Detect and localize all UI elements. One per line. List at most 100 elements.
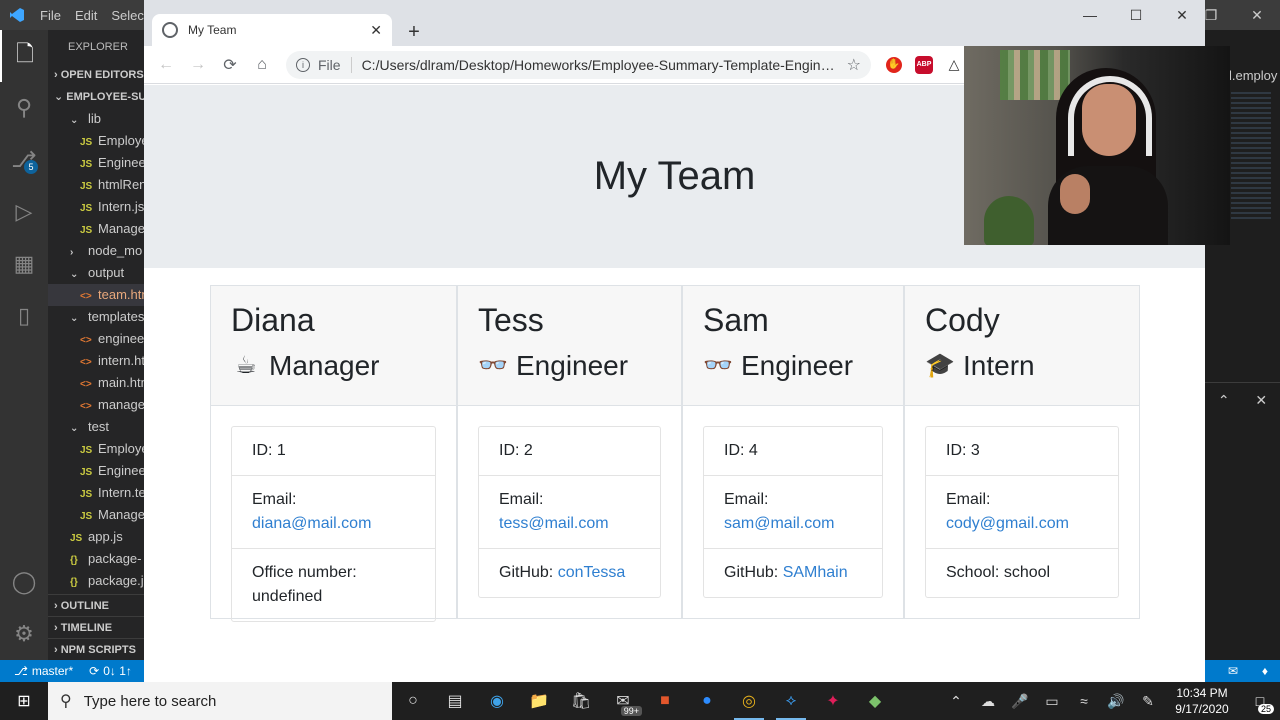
search-icon[interactable]: ⚲ [0,82,48,134]
file-tree-label: htmlRen [98,177,144,192]
remote-explorer-icon[interactable]: ▯ [0,290,48,342]
office-icon[interactable]: ■ [644,682,686,720]
sync-icon[interactable]: ⟳ [89,664,99,678]
file-tree-item[interactable]: JS htmlRen [48,174,144,196]
vscode-icon[interactable]: ⟡ [770,682,812,720]
taskbar-search[interactable]: ⚲ Type here to search [48,682,392,720]
git-kraken-icon[interactable]: ◆ [854,682,896,720]
chrome-icon[interactable]: ◎ [728,682,770,720]
edge-icon[interactable]: ◉ [476,682,518,720]
pen-icon[interactable]: ✎ [1132,693,1164,710]
source-control-icon[interactable]: ⎇ 5 [0,134,48,186]
open-editors-section[interactable]: › OPEN EDITORS [48,64,144,86]
minimize-icon[interactable]: — [1067,0,1113,30]
menu-selection[interactable]: Selec [111,8,144,23]
email-link[interactable]: diana@mail.com [252,515,371,532]
close-panel-icon[interactable]: ✕ [1255,392,1267,409]
taskbar-clock[interactable]: 10:34 PM 9/17/2020 [1164,685,1240,717]
onedrive-icon[interactable]: ☁ [972,693,1004,710]
email-link[interactable]: tess@mail.com [499,515,609,532]
windows-start-icon[interactable]: ⊞ [0,682,48,720]
file-tree-item[interactable]: JS Intern.te [48,482,144,504]
file-tree-item[interactable]: {} package.j [48,570,144,592]
adblock-extension-icon[interactable]: ✋ [879,50,909,80]
new-tab-button[interactable]: + [400,18,428,46]
wifi-icon[interactable]: ≈ [1068,693,1100,709]
extensions-icon[interactable]: ▦ [0,238,48,290]
menu-edit[interactable]: Edit [75,8,97,23]
file-tree-item[interactable]: JS Manage [48,218,144,240]
git-branch[interactable]: master* [32,664,73,678]
editor-tab[interactable]: l.employ [1229,68,1277,83]
file-tree-item[interactable]: › node_mo [48,240,144,262]
mail-icon[interactable]: ✉ 99+ [602,682,644,720]
file-tree-item[interactable]: <> main.htm [48,372,144,394]
maximize-panel-icon[interactable]: ⌃ [1218,392,1230,409]
file-tree-item[interactable]: <> intern.ht [48,350,144,372]
menu-file[interactable]: File [40,8,61,23]
task-view-icon[interactable]: ▤ [434,682,476,720]
outline-section[interactable]: › OUTLINE [48,594,144,616]
bell-icon[interactable]: ♦ [1262,664,1268,678]
abp-extension-icon[interactable]: ABP [909,50,939,80]
file-tree-item[interactable]: JS Employe [48,438,144,460]
github-link[interactable]: SAMhain [783,564,848,581]
site-info-icon[interactable]: i [296,57,310,72]
webcam-shelf [1000,50,1070,100]
project-section[interactable]: ⌄ EMPLOYEE-SU [48,86,144,108]
chevron-right-icon: › [70,247,74,258]
file-tree-item[interactable]: JS Enginee [48,152,144,174]
gear-icon[interactable]: ⚙ [0,608,48,660]
npm-scripts-section[interactable]: › NPM SCRIPTS [48,638,144,660]
file-tree-item[interactable]: JS app.js [48,526,144,548]
tab-title: My Team [188,23,237,37]
explorer-icon[interactable]: 🗋 [0,30,48,82]
file-tree-item[interactable]: <> team.htm [48,284,144,306]
battery-icon[interactable]: ▭ [1036,693,1068,710]
store-icon[interactable]: 🛍 [560,682,602,720]
vscode-close-icon[interactable]: ✕ [1234,0,1280,30]
close-window-icon[interactable]: ✕ [1159,0,1205,30]
minimap[interactable] [1231,92,1271,222]
email-link[interactable]: sam@mail.com [724,515,834,532]
browser-tab[interactable]: My Team ✕ [152,14,392,46]
run-debug-icon[interactable]: ▷ [0,186,48,238]
file-tree-item[interactable]: JS Employe [48,130,144,152]
url-text[interactable]: C:/Users/dlram/Desktop/Homeworks/Employe… [362,57,839,73]
file-tree-item[interactable]: ⌄ test [48,416,144,438]
back-arrow-icon[interactable]: ← [150,49,182,81]
microphone-icon[interactable]: 🎤 [1004,693,1036,710]
file-tree-item[interactable]: <> enginee [48,328,144,350]
file-tree-item[interactable]: ⌄ output [48,262,144,284]
feedback-icon[interactable]: ✉ [1228,664,1238,678]
bookmark-star-icon[interactable]: ☆ [847,55,861,75]
email-item: Email: tess@mail.com [479,476,660,549]
file-tree-item[interactable]: ⌄ lib [48,108,144,130]
volume-icon[interactable]: 🔊 [1100,693,1132,710]
cortana-icon[interactable]: ○ [392,682,434,720]
details-list: ID: 2 Email: tess@mail.com GitHub: conTe… [478,426,661,598]
email-link[interactable]: cody@gmail.com [946,515,1069,532]
github-link[interactable]: conTessa [558,564,626,581]
address-bar[interactable]: i File C:/Users/dlram/Desktop/Homeworks/… [286,50,871,79]
employee-card: Sam 👓 Engineer ID: 4 Email: sam@mail.com [682,285,904,619]
file-tree-item[interactable]: {} package- [48,548,144,570]
notification-center-icon[interactable]: □ 25 [1240,682,1280,720]
chevron-up-icon[interactable]: ⌃ [940,693,972,710]
file-explorer-icon[interactable]: 📁 [518,682,560,720]
file-tree-item[interactable]: JS Manage [48,504,144,526]
home-icon[interactable]: ⌂ [246,49,278,81]
account-icon[interactable]: ◯ [0,556,48,608]
slack-icon[interactable]: ✦ [812,682,854,720]
tab-close-icon[interactable]: ✕ [370,22,382,39]
sync-status[interactable]: 0↓ 1↑ [103,664,132,678]
file-tree-item[interactable]: JS Enginee [48,460,144,482]
file-tree-item[interactable]: <> manage [48,394,144,416]
file-tree-item[interactable]: ⌄ templates [48,306,144,328]
forward-arrow-icon[interactable]: → [182,49,214,81]
file-tree-item[interactable]: JS Intern.js [48,196,144,218]
maximize-icon[interactable]: ☐ [1113,0,1159,30]
reload-icon[interactable]: ⟳ [214,49,246,81]
zoom-icon[interactable]: ● [686,682,728,720]
timeline-section[interactable]: › TIMELINE [48,616,144,638]
